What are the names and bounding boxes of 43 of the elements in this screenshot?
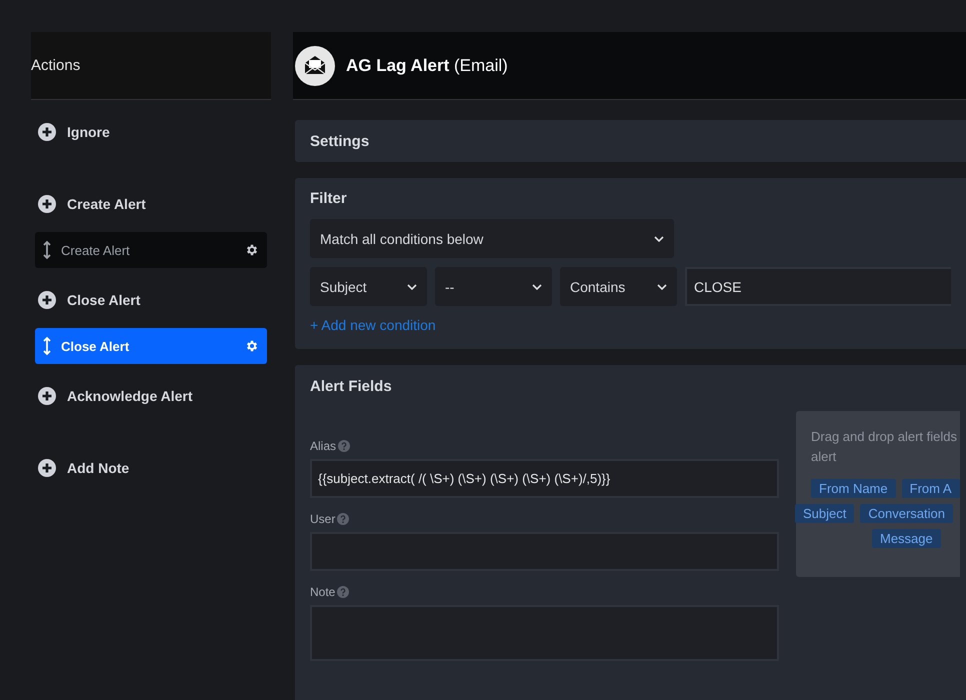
plus-circle-icon <box>38 195 56 213</box>
action-entry[interactable]: Close Alert <box>35 328 267 364</box>
hint-text: Drag and drop alert fields <box>811 428 958 446</box>
condition-select[interactable]: -- <box>435 267 552 306</box>
help-icon <box>337 513 350 525</box>
settings-icon[interactable] <box>245 243 259 257</box>
chevron-down-icon <box>657 284 667 290</box>
field-label: Note <box>310 585 336 599</box>
field-tag[interactable]: From A <box>902 479 960 498</box>
filter-title: Filter <box>310 190 348 207</box>
chevron-down-icon <box>532 284 542 290</box>
condition-select[interactable]: Subject <box>310 267 427 306</box>
help-icon <box>338 440 350 452</box>
text-field[interactable]: {{subject.extract( /( \S+) (\S+) (\S+) (\S+) (\S+)/,5)}} <box>310 459 779 498</box>
help-icon <box>337 586 350 598</box>
field-tag[interactable]: From Name <box>811 479 896 498</box>
condition-value-field[interactable]: CLOSE <box>685 267 951 306</box>
add-action-item[interactable]: Close Alert <box>35 290 267 310</box>
sidebar-title: Actions <box>31 57 80 74</box>
alert-fields-title: Alert Fields <box>310 378 393 395</box>
field-label: Alias <box>310 439 336 453</box>
match-select[interactable]: Match all conditions below <box>310 219 674 258</box>
chevron-down-icon <box>407 284 417 290</box>
plus-circle-icon <box>38 459 56 477</box>
add-action-item[interactable]: Acknowledge Alert <box>35 386 267 406</box>
field-tag[interactable]: Message <box>872 529 941 548</box>
chevron-down-icon <box>654 236 664 242</box>
field-tag[interactable]: Subject <box>795 504 854 523</box>
add-action-item[interactable]: Ignore <box>35 122 267 142</box>
up-down-arrow-icon <box>43 336 51 356</box>
field-tag[interactable]: Conversation <box>860 504 953 523</box>
plus-circle-icon <box>38 387 56 405</box>
condition-select[interactable]: Contains <box>560 267 677 306</box>
add-action-item[interactable]: Create Alert <box>35 194 267 214</box>
hint-text: alert <box>811 448 838 466</box>
up-down-arrow-icon <box>43 240 51 260</box>
field-label: User <box>310 512 336 526</box>
plus-circle-icon <box>38 291 56 309</box>
action-entry[interactable]: Create Alert <box>35 232 267 268</box>
plus-circle-icon <box>38 123 56 141</box>
settings-panel[interactable]: Settings <box>295 120 966 162</box>
add-action-item[interactable]: Add Note <box>35 458 267 478</box>
integration-title: AG Lag Alert (Email) <box>346 56 508 76</box>
